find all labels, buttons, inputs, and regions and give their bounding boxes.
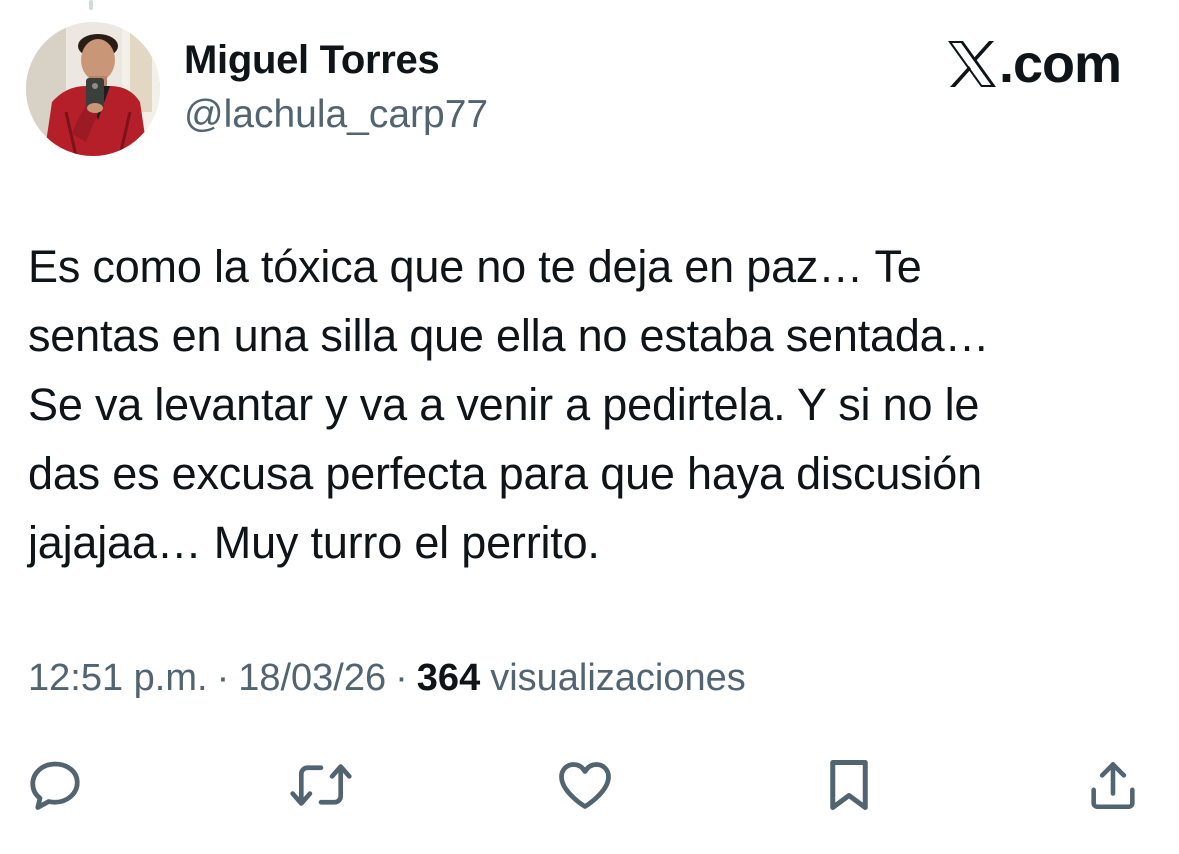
bookmark-icon [830, 760, 868, 810]
meta-separator: · [216, 657, 230, 699]
thread-connector-line [89, 0, 93, 10]
views-count: 364 [416, 657, 481, 699]
avatar[interactable] [26, 22, 160, 156]
x-com-watermark: .com [947, 34, 1122, 94]
meta-separator: · [395, 657, 408, 699]
share-icon [1091, 762, 1135, 810]
share-button[interactable] [1078, 750, 1148, 820]
brand-label: .com [998, 34, 1122, 94]
post-time[interactable]: 12:51 p.m. [28, 657, 208, 700]
heart-icon [559, 762, 611, 809]
reply-icon [30, 761, 80, 810]
post-date[interactable]: 18/03/26 [238, 657, 386, 700]
post-metadata: 12:51 p.m. · 18/03/26 · 364 visualizacio… [28, 657, 746, 700]
repost-icon [290, 764, 352, 806]
avatar-image [26, 22, 160, 156]
author-name[interactable]: Miguel Torres [184, 38, 440, 83]
action-bar [0, 750, 1179, 820]
repost-button[interactable] [286, 750, 356, 820]
bookmark-button[interactable] [814, 750, 884, 820]
post-text: Es como la tóxica que no te deja en paz…… [28, 241, 990, 568]
views-label: visualizaciones [490, 657, 746, 699]
reply-button[interactable] [20, 750, 90, 820]
like-button[interactable] [550, 750, 620, 820]
author-handle[interactable]: @lachula_carp77 [184, 93, 488, 137]
x-logo-icon [947, 41, 996, 87]
